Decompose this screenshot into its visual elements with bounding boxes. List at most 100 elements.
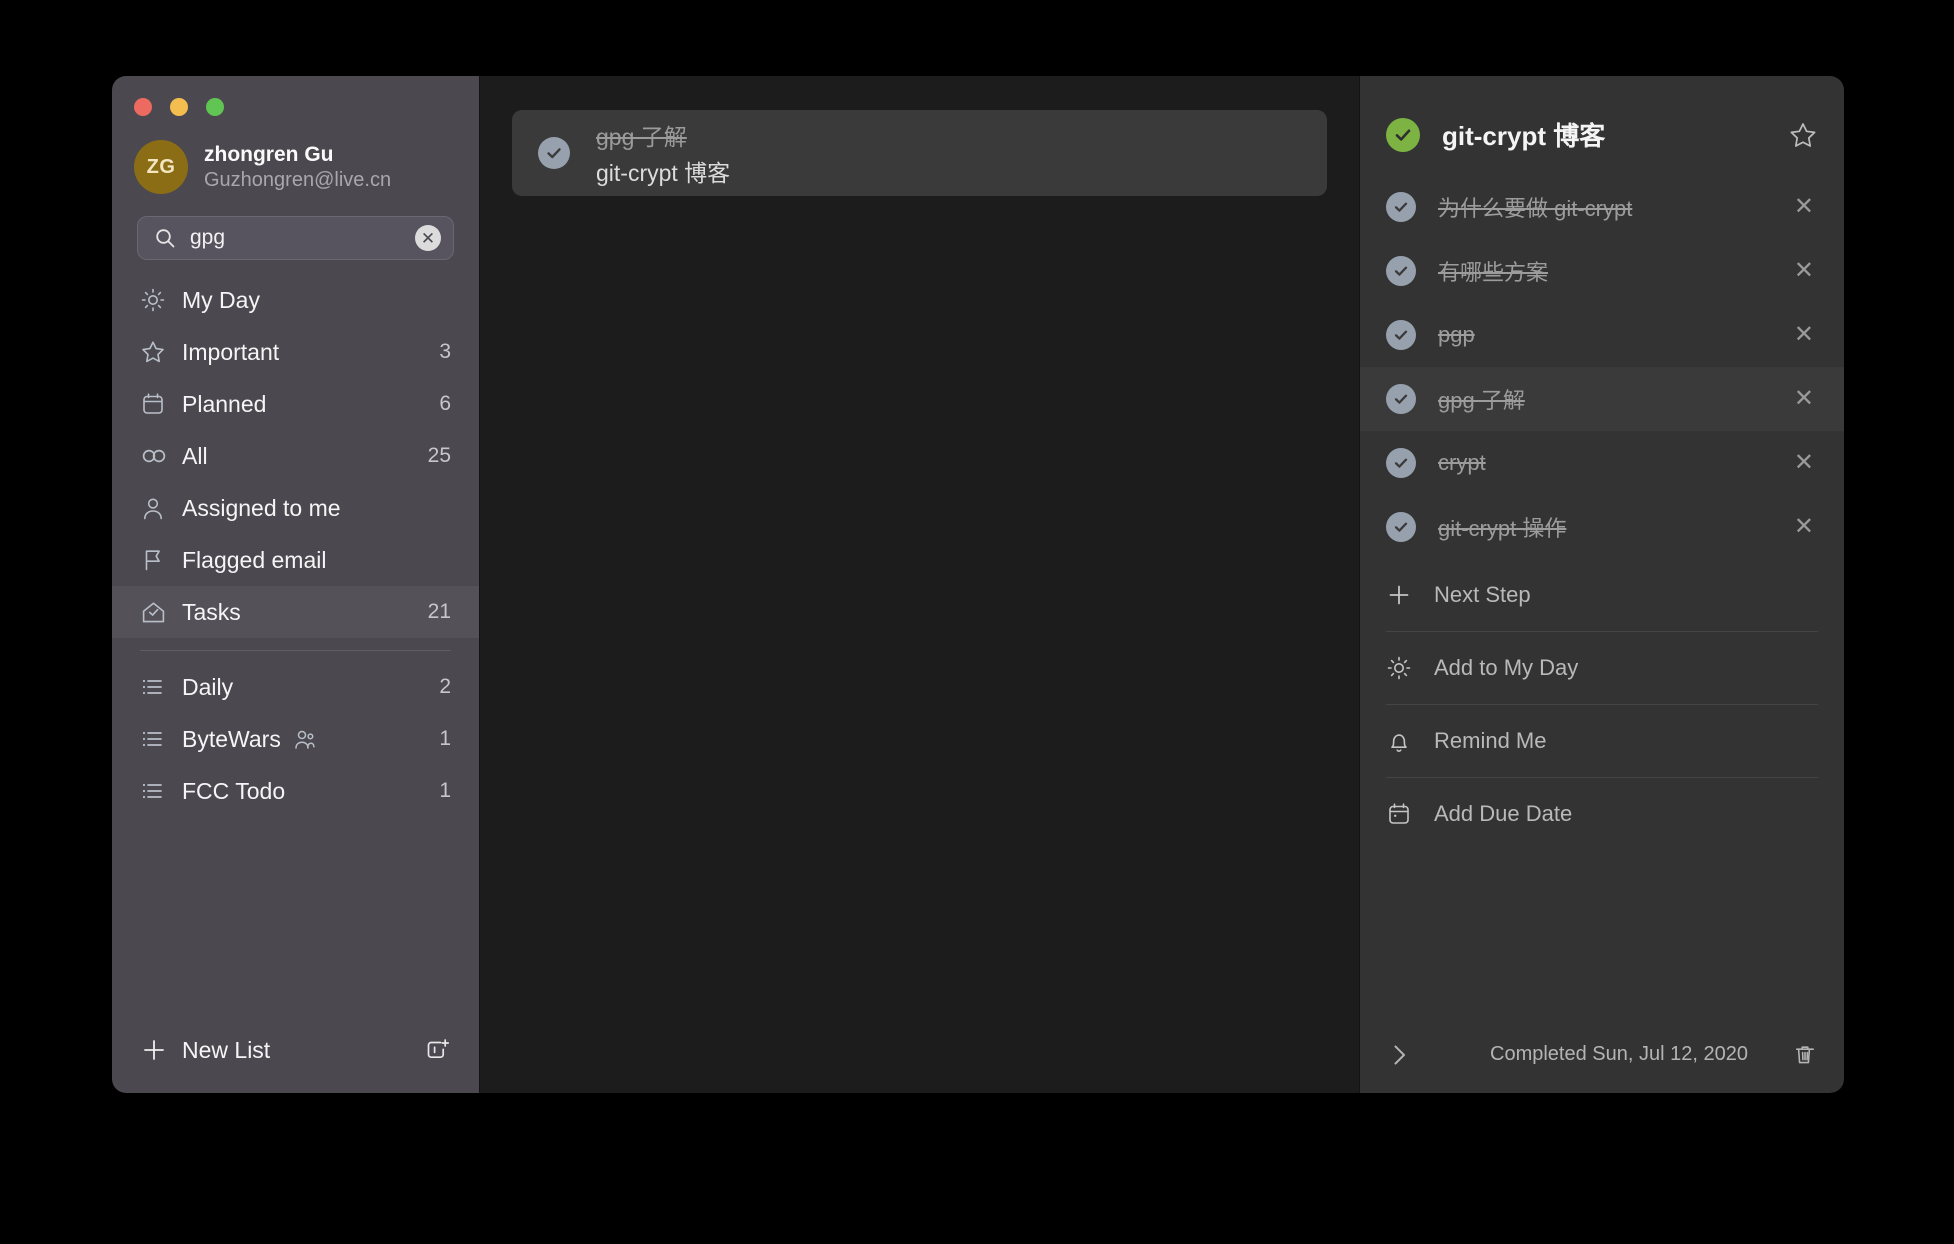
checkbox-checked-icon[interactable]: [1386, 256, 1416, 286]
task-subtitle: git-crypt 博客: [596, 160, 731, 186]
checkbox-checked-icon[interactable]: [538, 137, 570, 169]
detail-checkbox-checked-icon[interactable]: [1386, 117, 1420, 152]
sidebar-item-assigned-to-me[interactable]: Assigned to me: [112, 482, 479, 534]
sidebar-list-count: 2: [439, 675, 451, 698]
detail-header: git-crypt 博客: [1360, 76, 1844, 175]
sidebar-item-count: 25: [427, 444, 451, 467]
sidebar-divider: [140, 650, 451, 651]
subtask-label: git-crypt 操作: [1438, 516, 1567, 541]
sidebar-lists: Daily 2 ByteWars 1 FCC Todo 1: [112, 661, 479, 817]
new-group-icon[interactable]: [423, 1036, 451, 1064]
sidebar-item-count: 3: [439, 340, 451, 363]
sidebar-item-important[interactable]: Important 3: [112, 326, 479, 378]
subtask-list: 为什么要做 git-crypt ✕ 有哪些方案 ✕ pgp ✕ gpg 了解 ✕…: [1360, 175, 1844, 559]
task-title: gpg 了解: [596, 124, 687, 150]
checkbox-checked-icon[interactable]: [1386, 384, 1416, 414]
sidebar-list-count: 1: [439, 779, 451, 802]
subtask-label: crypt: [1438, 450, 1486, 475]
task-detail-panel: git-crypt 博客 为什么要做 git-crypt ✕ 有哪些方案 ✕ p…: [1360, 76, 1844, 1093]
remove-subtask-button[interactable]: ✕: [1790, 387, 1818, 411]
checkbox-checked-icon[interactable]: [1386, 448, 1416, 478]
action-label: Add to My Day: [1434, 655, 1579, 680]
star-icon: [140, 339, 182, 365]
account-email: Guzhongren@live.cn: [204, 168, 392, 191]
remove-subtask-button[interactable]: ✕: [1790, 195, 1818, 219]
checkbox-checked-icon[interactable]: [1386, 512, 1416, 542]
sidebar-item-label: Tasks: [182, 598, 241, 625]
action-label: Remind Me: [1434, 728, 1547, 753]
detail-footer: Completed Sun, Jul 12, 2020: [1360, 1015, 1844, 1093]
next-step-button[interactable]: Next Step: [1360, 559, 1844, 631]
add-due-date-button[interactable]: Add Due Date: [1360, 778, 1844, 850]
subtask-row[interactable]: crypt ✕: [1360, 431, 1844, 495]
sidebar-item-all[interactable]: All 25: [112, 430, 479, 482]
sidebar-list-bytewars[interactable]: ByteWars 1: [112, 713, 479, 765]
person-icon: [140, 495, 182, 521]
remove-subtask-button[interactable]: ✕: [1790, 259, 1818, 283]
sidebar-list-label: Daily: [182, 673, 234, 700]
search-icon: [154, 227, 176, 249]
action-label: Add Due Date: [1434, 801, 1573, 826]
subtask-label: pgp: [1438, 322, 1475, 347]
sidebar-list-label: FCC Todo: [182, 777, 286, 804]
sidebar-item-count: 6: [439, 392, 451, 415]
infinity-icon: [140, 443, 182, 469]
action-label: Next Step: [1434, 582, 1531, 607]
subtask-row[interactable]: gpg 了解 ✕: [1360, 367, 1844, 431]
sun-icon: [1386, 655, 1434, 681]
zoom-button[interactable]: [206, 98, 224, 116]
new-list-button[interactable]: New List: [182, 1037, 423, 1064]
sidebar-item-label: My Day: [182, 286, 260, 313]
subtask-row[interactable]: pgp ✕: [1360, 303, 1844, 367]
calendar-icon: [140, 391, 182, 417]
sidebar-item-label: All: [182, 442, 208, 469]
subtask-row[interactable]: 有哪些方案 ✕: [1360, 239, 1844, 303]
sidebar-item-label: Assigned to me: [182, 494, 341, 521]
remove-subtask-button[interactable]: ✕: [1790, 515, 1818, 539]
search-input[interactable]: gpg ✕: [137, 216, 454, 260]
calendar-icon: [1386, 801, 1434, 827]
list-icon: [140, 727, 182, 751]
trash-icon[interactable]: [1792, 1042, 1818, 1068]
flag-icon: [140, 547, 182, 573]
sidebar-list-count: 1: [439, 727, 451, 750]
shared-people-icon: [293, 728, 317, 750]
sidebar-item-label: Important: [182, 338, 280, 365]
subtask-row[interactable]: git-crypt 操作 ✕: [1360, 495, 1844, 559]
avatar: ZG: [134, 140, 188, 194]
star-icon[interactable]: [1788, 120, 1818, 150]
close-button[interactable]: [134, 98, 152, 116]
chevron-right-icon[interactable]: [1386, 1042, 1446, 1068]
list-icon: [140, 675, 182, 699]
clear-search-button[interactable]: ✕: [415, 225, 441, 251]
sidebar-list-fcc-todo[interactable]: FCC Todo 1: [112, 765, 479, 817]
add-to-my-day-button[interactable]: Add to My Day: [1360, 632, 1844, 704]
checkbox-checked-icon[interactable]: [1386, 192, 1416, 222]
house-check-icon: [140, 599, 182, 626]
subtask-label: 为什么要做 git-crypt: [1438, 196, 1633, 221]
task-result-card[interactable]: gpg 了解 git-crypt 博客: [512, 110, 1327, 196]
account-header[interactable]: ZG zhongren Gu Guzhongren@live.cn: [112, 116, 479, 194]
search-value[interactable]: gpg: [190, 226, 401, 250]
remove-subtask-button[interactable]: ✕: [1790, 323, 1818, 347]
bell-icon: [1386, 728, 1434, 754]
sidebar-item-tasks[interactable]: Tasks 21: [112, 586, 479, 638]
page-title: git-crypt 博客: [1442, 121, 1606, 151]
sidebar-footer: New List: [112, 1007, 479, 1093]
plus-icon: [1386, 582, 1434, 608]
minimize-button[interactable]: [170, 98, 188, 116]
sidebar-item-planned[interactable]: Planned 6: [112, 378, 479, 430]
sidebar-list-daily[interactable]: Daily 2: [112, 661, 479, 713]
sidebar-item-label: Flagged email: [182, 546, 327, 573]
sidebar-item-flagged-email[interactable]: Flagged email: [112, 534, 479, 586]
sidebar-item-my-day[interactable]: My Day: [112, 274, 479, 326]
remind-me-button[interactable]: Remind Me: [1360, 705, 1844, 777]
completed-date-text: Completed Sun, Jul 12, 2020: [1490, 1043, 1748, 1065]
traffic-lights: [112, 76, 479, 116]
subtask-row[interactable]: 为什么要做 git-crypt ✕: [1360, 175, 1844, 239]
sidebar-item-label: Planned: [182, 390, 267, 417]
checkbox-checked-icon[interactable]: [1386, 320, 1416, 350]
sidebar-item-count: 21: [427, 600, 451, 623]
plus-icon: [140, 1036, 182, 1064]
remove-subtask-button[interactable]: ✕: [1790, 451, 1818, 475]
